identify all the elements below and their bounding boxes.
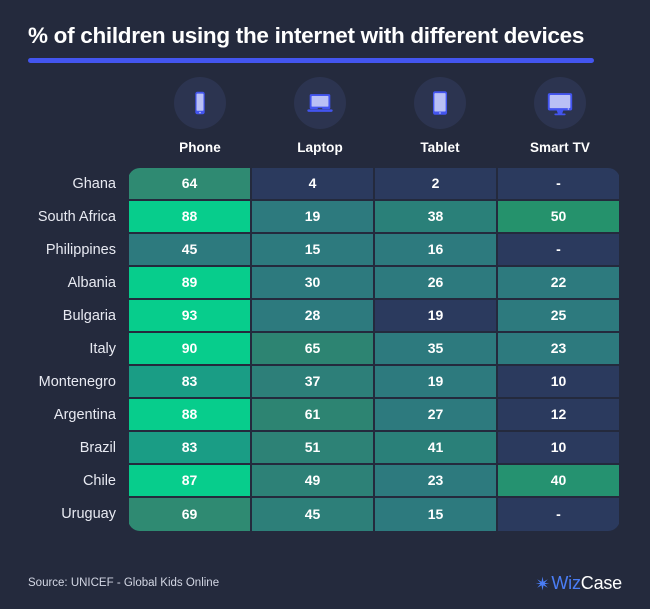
- device-column-smart-tv: Smart TV: [500, 76, 620, 155]
- heatmap-cell: 83: [129, 431, 250, 463]
- logo-text-case: Case: [580, 572, 622, 593]
- row-label: Chile: [82, 473, 116, 490]
- row-label: Uruguay: [61, 506, 116, 523]
- heatmap-cell: 50: [498, 200, 619, 232]
- device-column-phone: Phone: [140, 76, 260, 155]
- heatmap-table: Ghana South Africa Philippines Albania Bulga…: [0, 167, 650, 531]
- table-row: 45 15 16-: [128, 233, 620, 267]
- heatmap-cell: 51: [252, 431, 373, 463]
- table-row: 88 61 27 12: [128, 398, 620, 432]
- heatmap-cell: 65: [252, 332, 373, 364]
- heatmap-cell: 10: [498, 431, 619, 463]
- heatmap-cell: 23: [375, 464, 496, 496]
- heatmap-cell: 40: [498, 464, 619, 496]
- table-row: 64 4 2-: [128, 167, 620, 201]
- heatmap-cell: -: [498, 233, 619, 265]
- title-accent-rule: [28, 57, 594, 63]
- heatmap-cell: 45: [129, 233, 250, 265]
- heatmap-cell: -: [498, 167, 619, 199]
- row-label: South Africa: [37, 209, 116, 226]
- table-row: 93 28 19 25: [128, 299, 620, 333]
- heatmap-cell: 30: [252, 266, 373, 298]
- heatmap-cell: 4: [252, 167, 373, 199]
- heatmap-cell: 28: [252, 299, 373, 331]
- device-icon-badge: [534, 76, 586, 129]
- heatmap-cell: 15: [375, 497, 496, 531]
- heatmap-cell: 69: [129, 497, 250, 531]
- device-column-label: Phone: [179, 139, 221, 155]
- heatmap-cell: 12: [498, 398, 619, 430]
- device-icon-badge: [294, 76, 346, 129]
- heatmap-cell: 25: [498, 299, 619, 331]
- heatmap-cell: 90: [129, 332, 250, 364]
- row-label: Ghana: [72, 176, 116, 193]
- heatmap-cell: 93: [129, 299, 250, 331]
- device-icon-badge: [174, 76, 226, 129]
- heatmap-cell: 27: [375, 398, 496, 430]
- heatmap-cell: 26: [375, 266, 496, 298]
- heatmap-cell: 19: [375, 365, 496, 397]
- device-column-label: Laptop: [297, 139, 343, 155]
- row-label: Philippines: [45, 242, 116, 259]
- heatmap-cell: 38: [375, 200, 496, 232]
- heatmap-cell: 89: [129, 266, 250, 298]
- row-label: Bulgaria: [62, 308, 116, 325]
- row-label: Brazil: [79, 440, 116, 457]
- heatmap-cell: 2: [375, 167, 496, 199]
- heatmap-cell: 83: [129, 365, 250, 397]
- heatmap-cell: 49: [252, 464, 373, 496]
- sparkle-icon: [535, 576, 550, 591]
- page-title: % of children using the internet with di…: [28, 23, 585, 48]
- row-label: Albania: [67, 275, 116, 292]
- heatmap-cell: 88: [129, 200, 250, 232]
- heatmap-cell: 23: [498, 332, 619, 364]
- row-label: Italy: [89, 341, 116, 358]
- smart-tv-icon: [545, 88, 575, 118]
- heatmap-grid: 64 4 2-88 19 38 50 45 15 16-89 30 26 22 93 28 19 25 90 65…: [128, 167, 620, 531]
- country-label-column: Ghana South Africa Philippines Albania Bulga…: [18, 168, 128, 531]
- heatmap-cell: 37: [252, 365, 373, 397]
- heatmap-cell: 15: [252, 233, 373, 265]
- heatmap-cell: 35: [375, 332, 496, 364]
- table-row: 90 65 35 23: [128, 332, 620, 366]
- table-row: 69 45 15-: [128, 497, 620, 531]
- heatmap-cell: 22: [498, 266, 619, 298]
- table-row: 83 37 19 10: [128, 365, 620, 399]
- device-column-label: Tablet: [420, 139, 460, 155]
- laptop-icon: [305, 88, 335, 118]
- table-row: 83 51 41 10: [128, 431, 620, 465]
- heatmap-cell: 19: [375, 299, 496, 331]
- device-column-laptop: Laptop: [260, 76, 380, 155]
- device-column-header: Phone Laptop Tablet Smart TV: [0, 76, 650, 155]
- row-label: Argentina: [53, 407, 116, 424]
- tablet-icon: [425, 88, 455, 118]
- table-row: 87 49 23 40: [128, 464, 620, 498]
- device-column-tablet: Tablet: [380, 76, 500, 155]
- wizcase-logo[interactable]: Wiz Case: [535, 573, 622, 594]
- phone-icon: [185, 88, 215, 118]
- heatmap-cell: 16: [375, 233, 496, 265]
- table-row: 88 19 38 50: [128, 200, 620, 234]
- heatmap-cell: 88: [129, 398, 250, 430]
- heatmap-cell: 61: [252, 398, 373, 430]
- heatmap-cell: 87: [129, 464, 250, 496]
- heatmap-cell: 41: [375, 431, 496, 463]
- heatmap-cell: -: [498, 497, 619, 531]
- heatmap-cell: 45: [252, 497, 373, 531]
- logo-text-wiz: Wiz: [551, 572, 581, 593]
- device-column-label: Smart TV: [529, 139, 591, 155]
- device-icon-badge: [414, 76, 466, 129]
- heatmap-cell: 64: [129, 167, 250, 199]
- heatmap-cell: 10: [498, 365, 619, 397]
- heatmap-cell: 19: [252, 200, 373, 232]
- source-note: Source: UNICEF - Global Kids Online: [28, 577, 220, 589]
- row-label: Montenegro: [38, 374, 116, 391]
- page-header: % of children using the internet with di…: [0, 0, 650, 63]
- table-row: 89 30 26 22: [128, 266, 620, 300]
- footer: Source: UNICEF - Global Kids Online Wiz …: [0, 557, 650, 609]
